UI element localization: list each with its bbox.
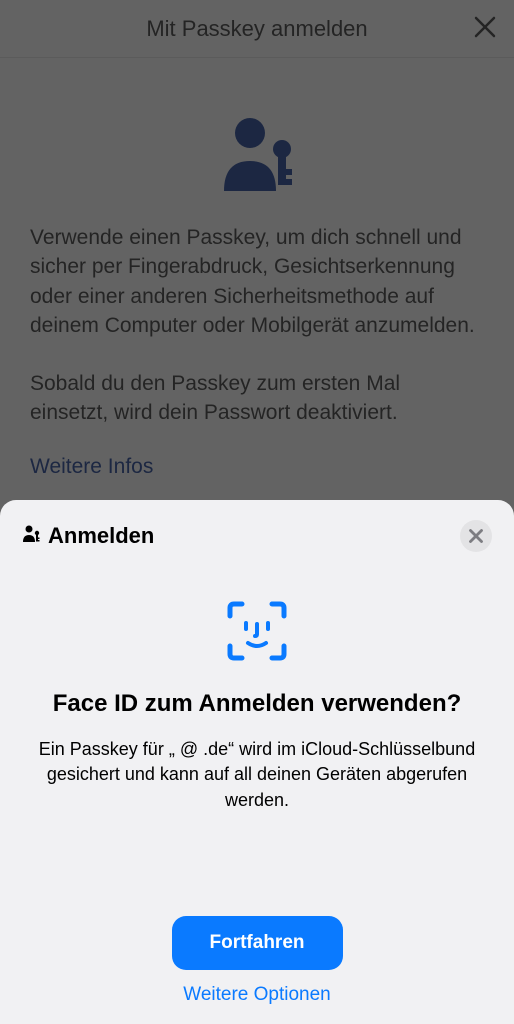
close-icon (469, 529, 483, 543)
sheet-header: Anmelden (22, 520, 492, 552)
sheet-heading: Face ID zum Anmelden verwenden? (22, 688, 492, 719)
passkey-small-icon (22, 524, 42, 549)
sheet-body-text: Ein Passkey für „ @ .de“ wird im iCloud-… (22, 737, 492, 813)
faceid-icon (22, 600, 492, 662)
sheet-actions: Fortfahren Weitere Optionen (22, 916, 492, 1006)
sheet-title: Anmelden (48, 523, 154, 549)
more-options-button[interactable]: Weitere Optionen (183, 984, 331, 1006)
continue-button[interactable]: Fortfahren (172, 916, 343, 970)
sheet-close-button[interactable] (460, 520, 492, 552)
signin-sheet: Anmelden Face ID zum Anmelden verwenden?… (0, 500, 514, 1024)
